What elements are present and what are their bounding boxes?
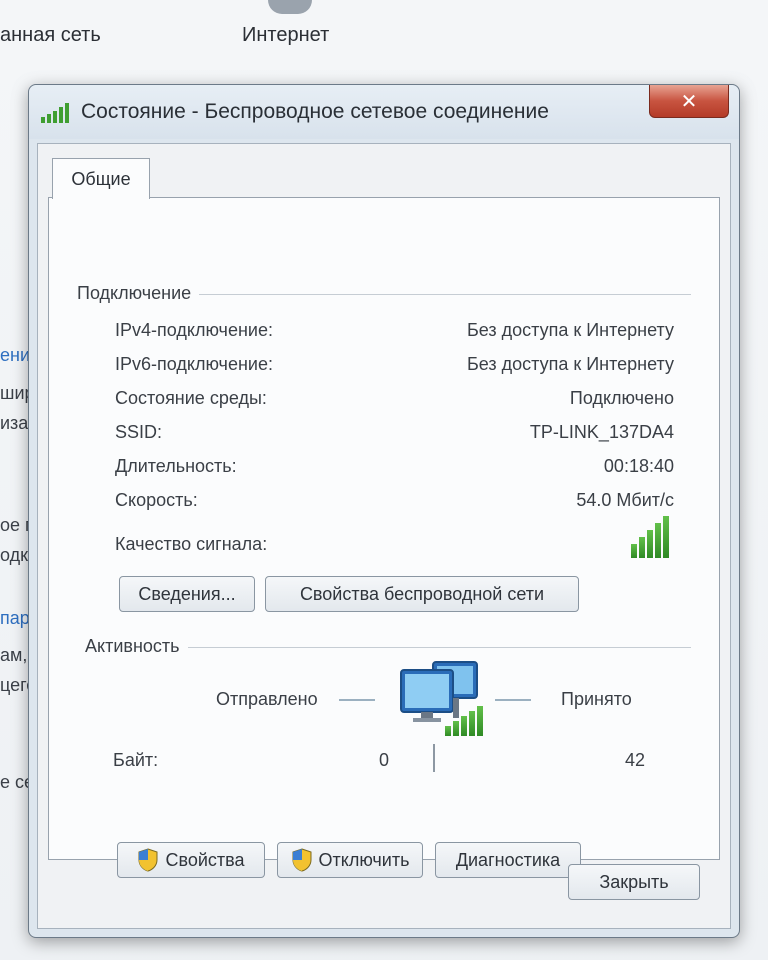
sent-label: Отправлено xyxy=(216,689,318,709)
signal-strength-icon xyxy=(631,516,669,558)
signal-quality-label: Качество сигнала: xyxy=(115,534,268,554)
bg-left-fragment: ам, xyxy=(0,645,28,665)
uac-shield-icon xyxy=(292,848,311,872)
tab-panel-general: Подключение IPv4-подключение: Без доступ… xyxy=(48,197,720,878)
ssid-label: SSID: xyxy=(115,422,163,442)
signal-bar xyxy=(469,711,475,736)
speed-label: Скорость: xyxy=(115,490,198,510)
close-icon: ✕ xyxy=(680,90,698,113)
wireless-properties-button[interactable]: Свойства беспроводной сети xyxy=(265,576,579,612)
bytes-label: Байт: xyxy=(113,750,159,770)
signal-bar xyxy=(663,516,669,558)
diagnostics-button[interactable]: Диагностика xyxy=(435,842,581,878)
close-button[interactable]: Закрыть xyxy=(568,864,700,900)
ipv6-label: IPv6-подключение: xyxy=(115,354,273,374)
bg-left-fragment[interactable]: ени xyxy=(0,345,30,366)
signal-bar xyxy=(647,530,653,558)
bg-left-fragment[interactable]: пар xyxy=(0,608,30,629)
properties-button-label: Свойства xyxy=(165,849,245,870)
ipv4-label: IPv4-подключение: xyxy=(115,320,273,340)
signal-bar xyxy=(445,726,451,736)
ssid-value: TP-LINK_137DA4 xyxy=(529,422,674,442)
dialog-title: Состояние - Беспроводное сетевое соедине… xyxy=(81,100,549,123)
sent-line xyxy=(339,699,375,701)
connection-group-label: Подключение xyxy=(77,283,200,304)
wireless-signal-icon xyxy=(41,103,69,123)
bg-internet-label[interactable]: Интернет xyxy=(242,24,329,47)
media-state-label: Состояние среды: xyxy=(115,388,267,408)
bytes-received-value: 42 xyxy=(624,750,645,770)
activity-signal-icon xyxy=(445,706,483,736)
activity-group-label: Активность xyxy=(85,636,188,657)
disable-button[interactable]: Отключить xyxy=(277,842,423,878)
duration-label: Длительность: xyxy=(115,456,237,476)
status-dialog: Состояние - Беспроводное сетевое соедине… xyxy=(28,84,740,938)
received-line xyxy=(495,699,531,701)
uac-shield-icon xyxy=(138,848,158,872)
network-icon xyxy=(268,0,312,14)
disable-button-label: Отключить xyxy=(318,849,410,870)
signal-bar xyxy=(639,537,645,558)
details-button[interactable]: Сведения... xyxy=(119,576,255,612)
tab-general[interactable]: Общие xyxy=(52,158,150,199)
signal-bar xyxy=(453,721,459,736)
ipv4-value: Без доступа к Интернету xyxy=(466,320,674,340)
bg-local-network-label[interactable]: анная сеть xyxy=(0,24,101,47)
duration-value: 00:18:40 xyxy=(603,456,674,476)
close-window-button[interactable]: ✕ xyxy=(649,85,729,118)
dialog-client-area: Общие Подключение IPv4-подключение: Без … xyxy=(37,143,731,929)
signal-bar xyxy=(461,716,467,736)
signal-bar xyxy=(477,706,483,736)
signal-bar xyxy=(655,523,661,558)
bg-left-fragment: одк xyxy=(0,545,28,565)
media-state-value: Подключено xyxy=(569,388,674,408)
bytes-sent-value: 0 xyxy=(378,750,389,770)
signal-bar xyxy=(631,544,637,558)
bg-left-fragment: иза xyxy=(0,413,29,433)
properties-button[interactable]: Свойства xyxy=(117,842,265,878)
received-label: Принято xyxy=(561,689,632,709)
ipv6-value: Без доступа к Интернету xyxy=(466,354,674,374)
title-bar[interactable]: Состояние - Беспроводное сетевое соедине… xyxy=(29,85,739,139)
activity-separator xyxy=(433,744,435,772)
speed-value: 54.0 Мбит/с xyxy=(576,490,674,510)
